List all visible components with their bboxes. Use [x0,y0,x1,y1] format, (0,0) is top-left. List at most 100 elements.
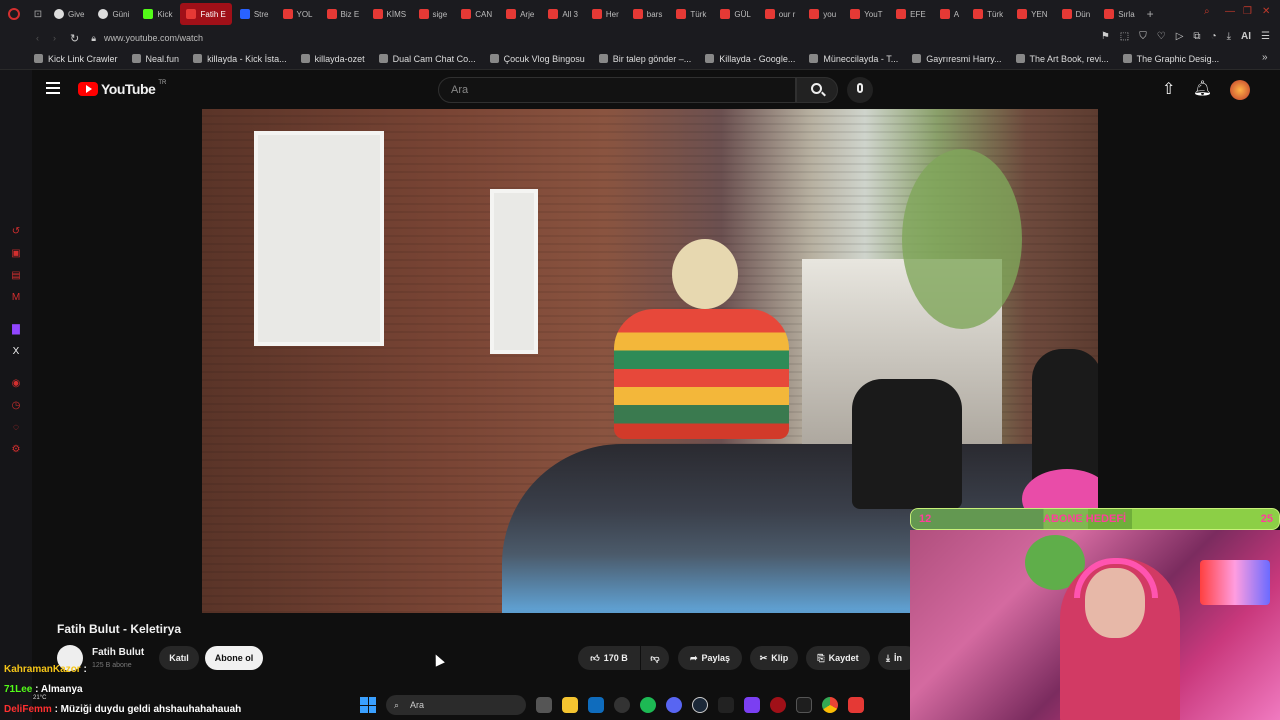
bookmark-item[interactable]: killayda - Kick İsta... [193,54,287,64]
bookmark-item[interactable]: killayda-ozet [300,54,365,64]
share-button[interactable]: ➦ Paylaş [678,646,742,670]
bookmark-item[interactable]: Killayda - Google... [705,54,795,64]
search-input[interactable]: Ara [438,77,796,103]
browser-tab[interactable]: YEN [1011,3,1053,25]
discord-icon[interactable] [666,697,682,713]
bookmark-item[interactable]: Çocuk Vlog Bingosu [489,54,585,64]
voice-search-button[interactable] [847,77,873,103]
bookmark-item[interactable]: Kick Link Crawler [34,54,118,64]
download-icon[interactable]: ⤓ [1227,31,1231,42]
wallet-icon[interactable]: ▣ [10,248,22,260]
browser-tab[interactable]: YouT [844,3,888,25]
subscribe-button[interactable]: Abone ol [205,646,263,670]
browser-tab[interactable]: Give [48,3,90,25]
browser-tab[interactable]: our r [759,3,801,25]
reload-icon[interactable]: ↻ [70,32,79,45]
spotify-icon[interactable] [640,697,656,713]
pin-icon[interactable]: ⚑ [1101,31,1110,42]
windows-start-icon[interactable] [360,697,376,713]
like-button[interactable]: 👍︎ 170 B [578,646,640,670]
browser-tab[interactable]: Biz E [321,3,365,25]
browser-tab[interactable]: bars [627,3,669,25]
bookmark-item[interactable]: Bir talep gönder –... [598,54,691,64]
chrome-icon[interactable] [822,697,838,713]
browser-tab[interactable]: Güni [92,3,135,25]
browser-menu-icon[interactable]: ☰ [1261,31,1270,42]
youtube-logo[interactable]: YouTube TR [78,80,166,97]
browser-tab[interactable]: KİMS [367,3,411,25]
browser-tab[interactable]: Her [586,3,625,25]
browser-tab[interactable]: EFE [890,3,932,25]
browser-tab[interactable]: CAN [455,3,498,25]
clip-button[interactable]: ✂ Klip [750,646,798,670]
browser-tab[interactable]: Stre [234,3,275,25]
forward-icon[interactable]: › [53,33,56,43]
clock-icon[interactable]: ◷ [10,400,22,412]
settings-icon[interactable]: ⚙ [10,444,22,456]
messenger-icon[interactable]: ▤ [10,270,22,282]
gmail-icon[interactable]: M [10,292,22,304]
new-tab-button[interactable]: + [1147,7,1154,21]
snapshot-icon[interactable]: ⬚ [1120,31,1129,42]
grid-app-icon[interactable] [744,697,760,713]
ai-button[interactable]: AI [1241,31,1251,42]
browser-tab[interactable]: Türk [670,3,712,25]
steam-icon[interactable] [692,697,708,713]
file-explorer-icon[interactable] [562,697,578,713]
notifications-icon[interactable]: 🔔︎ [1193,79,1212,97]
profile-icon[interactable]: ◔ [1211,31,1217,42]
x-twitter-icon[interactable]: X [10,346,22,358]
player-icon[interactable]: ◉ [10,378,22,390]
bookmark-item[interactable]: Gayrıresmi Harry... [912,54,1002,64]
history-icon[interactable]: ↺ [10,226,22,238]
bookmark-item[interactable]: The Graphic Desig... [1122,54,1219,64]
account-avatar[interactable] [1230,80,1250,100]
channel-name[interactable]: Fatih Bulut [92,647,144,658]
twitch-icon[interactable]: ▇ [10,324,22,336]
browser-tab[interactable]: you [803,3,842,25]
bookmark-item[interactable]: Müneccilayda - T... [809,54,898,64]
hamburger-menu-icon[interactable] [46,82,60,94]
browser-tab[interactable]: Fatih E [180,3,232,25]
browser-tab[interactable]: YOL [277,3,319,25]
dislike-button[interactable]: 👎︎ [641,646,669,670]
vpn-icon[interactable]: ◌ [10,422,22,434]
task-view-icon[interactable] [536,697,552,713]
bookmark-item[interactable]: The Art Book, revi... [1015,54,1109,64]
maximize-button[interactable]: ❐ [1243,6,1252,17]
red-app-icon[interactable] [848,697,864,713]
outlook-icon[interactable] [588,697,604,713]
url-field[interactable]: www.youtube.com/watch [104,33,203,43]
bookmark-item[interactable]: Dual Cam Chat Co... [378,54,476,64]
search-tabs-icon[interactable]: ⌕ [1204,6,1210,17]
shield-icon[interactable]: ⛉ [1139,31,1147,42]
browser-tab[interactable]: Sırla [1098,3,1140,25]
browser-tab[interactable]: sige [413,3,454,25]
tab-menu-icon[interactable]: ⊡ [28,9,48,20]
browser-tab[interactable]: Kick [137,3,178,25]
extensions-icon[interactable]: ⧉ [1193,31,1200,42]
save-button[interactable]: ⎘ Kaydet [806,646,870,670]
opera-menu-icon[interactable] [0,3,28,25]
minimize-button[interactable]: — [1225,6,1235,17]
taskbar-search-input[interactable]: ⌕ Ara [386,695,526,715]
browser-tab[interactable]: Türk [967,3,1009,25]
opera-taskbar-icon[interactable] [770,697,786,713]
play-icon[interactable]: ▷ [1176,31,1184,42]
browser-tab[interactable]: All 3 [542,3,584,25]
back-icon[interactable]: ‹ [36,33,39,43]
bookmark-item[interactable]: Neal.fun [131,54,179,64]
join-button[interactable]: Katıl [159,646,199,670]
heart-icon[interactable]: ♡ [1157,31,1166,42]
upload-icon[interactable]: ⇧ [1162,79,1175,99]
app-icon[interactable] [718,697,734,713]
obs-icon[interactable] [614,697,630,713]
browser-tab[interactable]: Dün [1056,3,1097,25]
browser-tab[interactable]: A [934,3,965,25]
close-window-button[interactable]: ✕ [1262,6,1270,17]
browser-tab[interactable]: Arje [500,3,540,25]
browser-tab[interactable]: GÜL [714,3,756,25]
search-button[interactable] [796,77,838,103]
terminal-icon[interactable] [796,697,812,713]
bookmarks-more-icon[interactable]: » [1262,52,1268,63]
